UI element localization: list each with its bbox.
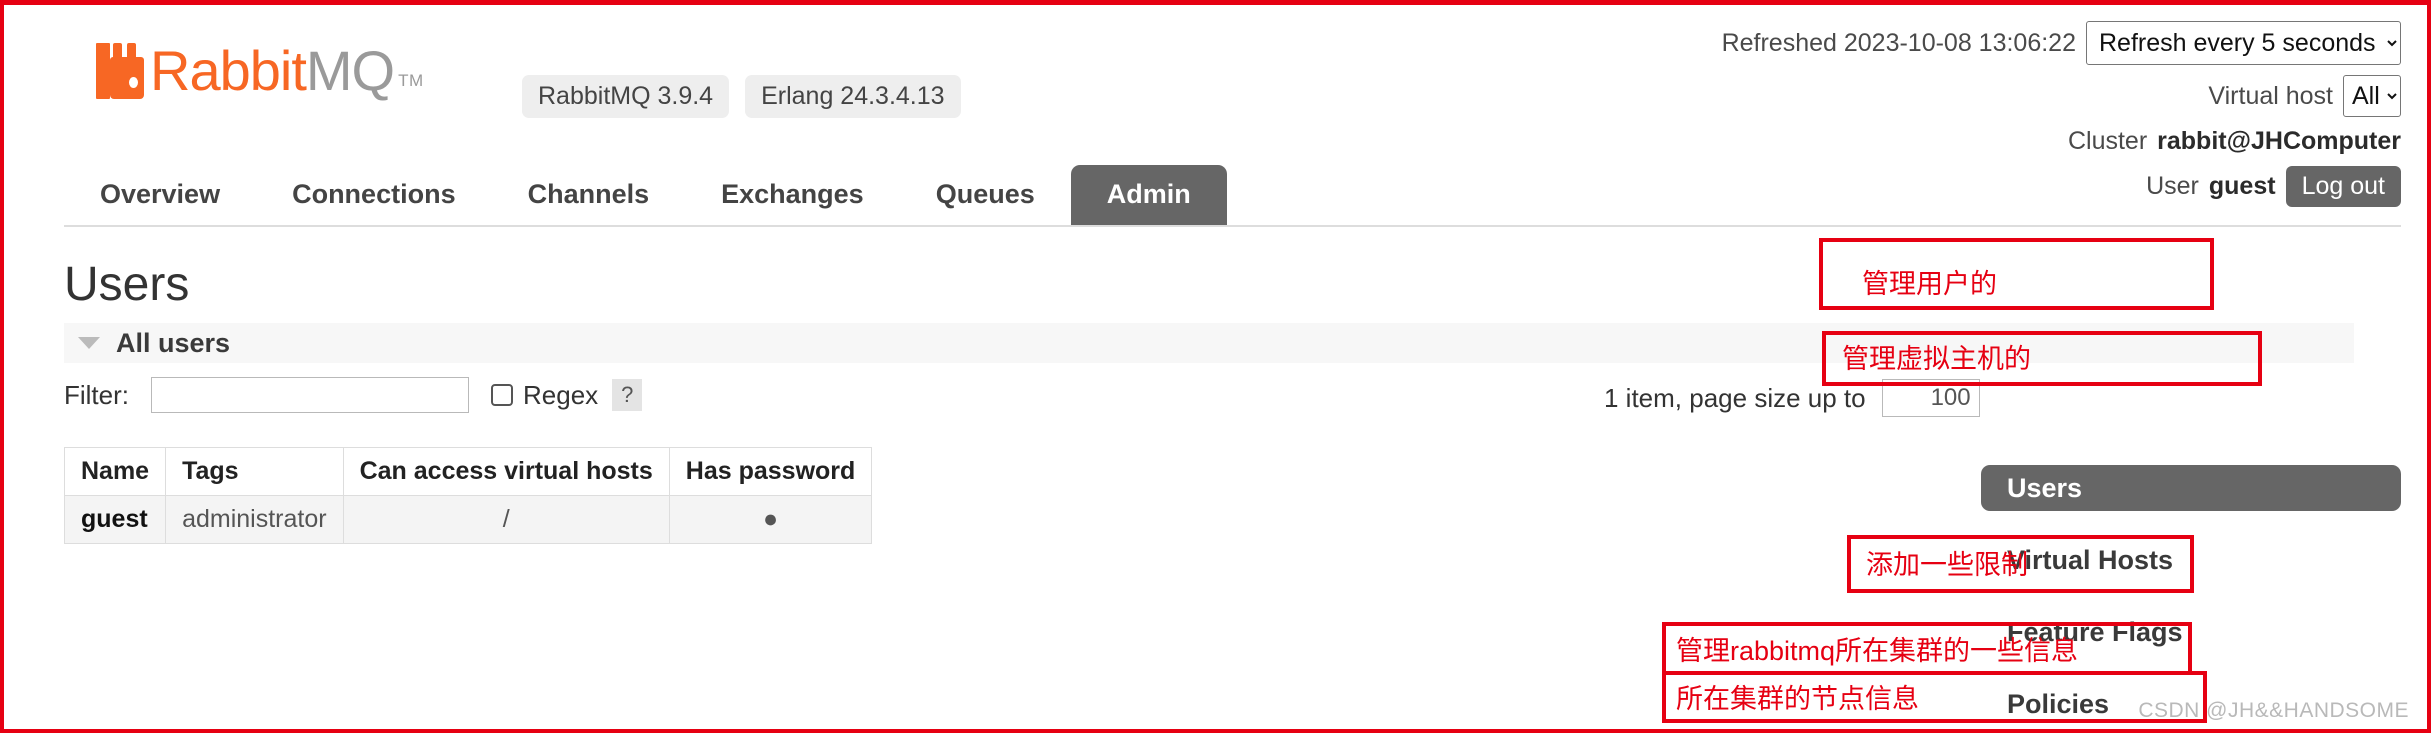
tab-overview[interactable]: Overview (64, 165, 256, 225)
admin-menu-item-users[interactable]: Users (1981, 465, 2401, 511)
cluster-name: rabbit@JHComputer (2157, 127, 2401, 155)
annotation-outer-frame: RabbitMQ TM RabbitMQ 3.9.4 Erlang 24.3.4… (0, 0, 2431, 733)
table-header-row: Name Tags Can access virtual hosts Has p… (63, 447, 873, 496)
logo-wordmark: RabbitMQ (150, 43, 395, 99)
refresh-row: Refreshed 2023-10-08 13:06:22 Refresh ev… (1722, 21, 2401, 65)
all-users-label: All users (116, 327, 231, 358)
rabbitmq-logo[interactable]: RabbitMQ TM (96, 43, 424, 99)
regex-label: Regex (523, 379, 599, 410)
tab-admin[interactable]: Admin (1070, 165, 1227, 225)
annotation-note-virtual-hosts: 管理虚拟主机的 (1842, 344, 2031, 374)
rabbit-logo-icon (96, 43, 144, 99)
admin-sidebar-menu: Users Virtual Hosts Feature Flags Polici… (1981, 465, 2401, 729)
users-table: Name Tags Can access virtual hosts Has p… (63, 447, 873, 544)
cell-user-has-password: ● (668, 495, 873, 544)
tab-queues[interactable]: Queues (900, 165, 1071, 225)
annotation-note-cluster: 管理rabbitmq所在集群的一些信息 (1676, 636, 2079, 666)
column-header-tags[interactable]: Tags (165, 447, 344, 496)
vhost-row: Virtual host All (1722, 75, 2401, 117)
triangle-down-icon (78, 337, 100, 349)
annotation-note-users: 管理用户的 (1862, 269, 1997, 299)
trademark-mark: TM (398, 71, 424, 90)
column-header-has-password[interactable]: Has password (668, 447, 873, 496)
refreshed-timestamp: Refreshed 2023-10-08 13:06:22 (1721, 28, 2076, 57)
erlang-version-badge: Erlang 24.3.4.13 (745, 75, 961, 118)
rabbitmq-version-badge: RabbitMQ 3.9.4 (522, 75, 730, 118)
regex-checkbox[interactable] (491, 384, 513, 406)
admin-menu-item-virtual-hosts[interactable]: Virtual Hosts (1981, 537, 2401, 583)
cell-user-name[interactable]: guest (63, 495, 167, 544)
filter-label: Filter: (64, 379, 129, 410)
version-badges: RabbitMQ 3.9.4 Erlang 24.3.4.13 (522, 75, 961, 118)
column-header-vhosts[interactable]: Can access virtual hosts (342, 447, 670, 496)
virtual-host-label: Virtual host (2208, 81, 2333, 110)
column-header-name[interactable]: Name (63, 447, 167, 496)
cluster-label: Cluster (2067, 127, 2148, 155)
tab-channels[interactable]: Channels (492, 165, 686, 225)
annotation-note-limits: 添加一些限制 (1866, 550, 2028, 580)
filter-help-icon[interactable]: ? (612, 379, 643, 411)
filter-input[interactable] (151, 377, 469, 413)
page-size-input[interactable] (1881, 379, 1980, 417)
paging-summary: 1 item, page size up to (1604, 382, 1866, 413)
cluster-row: Cluster rabbit@JHComputer (1722, 127, 2401, 156)
virtual-host-select[interactable]: All (2343, 75, 2401, 117)
refresh-interval-select[interactable]: Refresh every 5 seconds (2086, 21, 2401, 65)
table-row[interactable]: guest administrator / ● (63, 495, 873, 544)
filter-row: Filter: Regex ? (64, 377, 643, 413)
paging-controls: 1 item, page size up to (1604, 379, 1980, 417)
csdn-watermark: CSDN @JH&&HANDSOME (2138, 699, 2409, 722)
cell-user-tags: administrator (165, 495, 344, 544)
cell-user-vhosts: / (342, 495, 670, 544)
annotation-note-nodes: 所在集群的节点信息 (1676, 684, 1919, 714)
logo-word-rabbit: Rabbit (150, 39, 307, 102)
page-title: Users (64, 258, 190, 311)
main-nav-tabs: Overview Connections Channels Exchanges … (64, 165, 2401, 227)
tab-connections[interactable]: Connections (256, 165, 492, 225)
regex-toggle[interactable]: Regex (491, 380, 598, 411)
tab-exchanges[interactable]: Exchanges (685, 165, 900, 225)
app-header: RabbitMQ TM RabbitMQ 3.9.4 Erlang 24.3.4… (4, 5, 2427, 227)
logo-word-mq: MQ (305, 39, 395, 102)
